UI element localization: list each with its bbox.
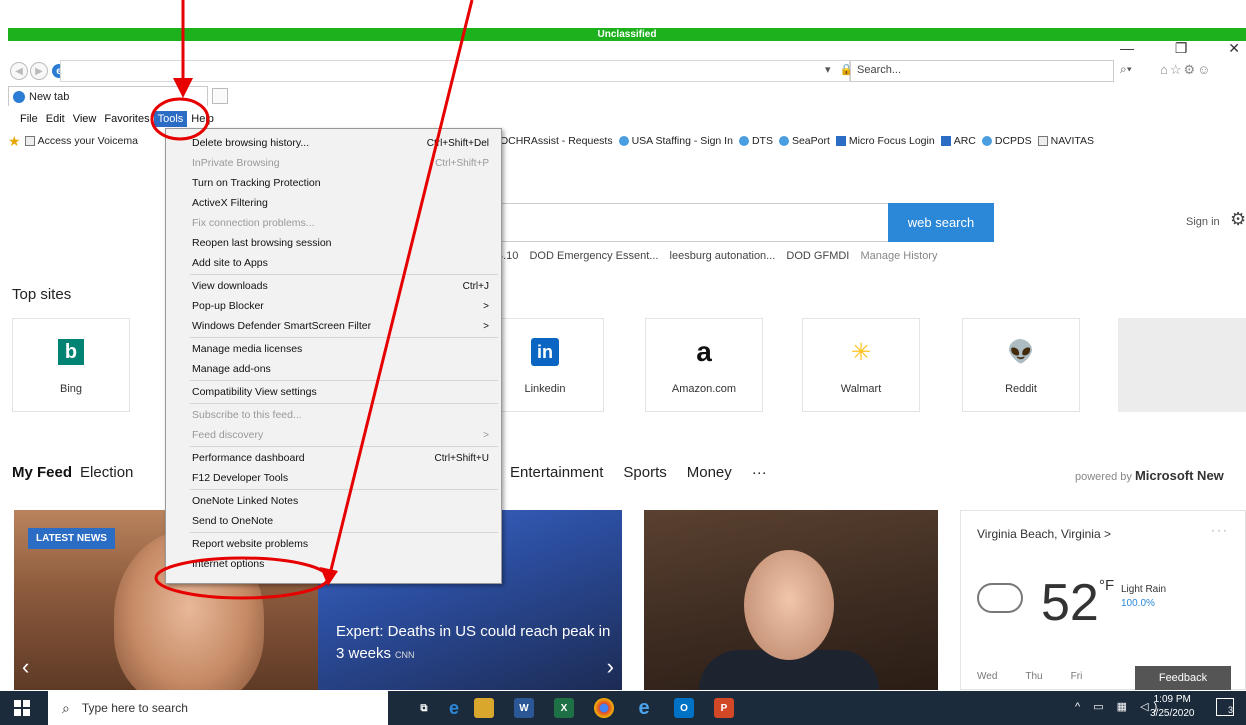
annotation-circle-internet-options — [154, 556, 330, 600]
annotation-circle-tools — [150, 97, 210, 141]
annotation-arrow-line — [329, 0, 474, 571]
annotation-overlay — [150, 0, 474, 600]
annotation-arrowhead — [173, 78, 193, 98]
